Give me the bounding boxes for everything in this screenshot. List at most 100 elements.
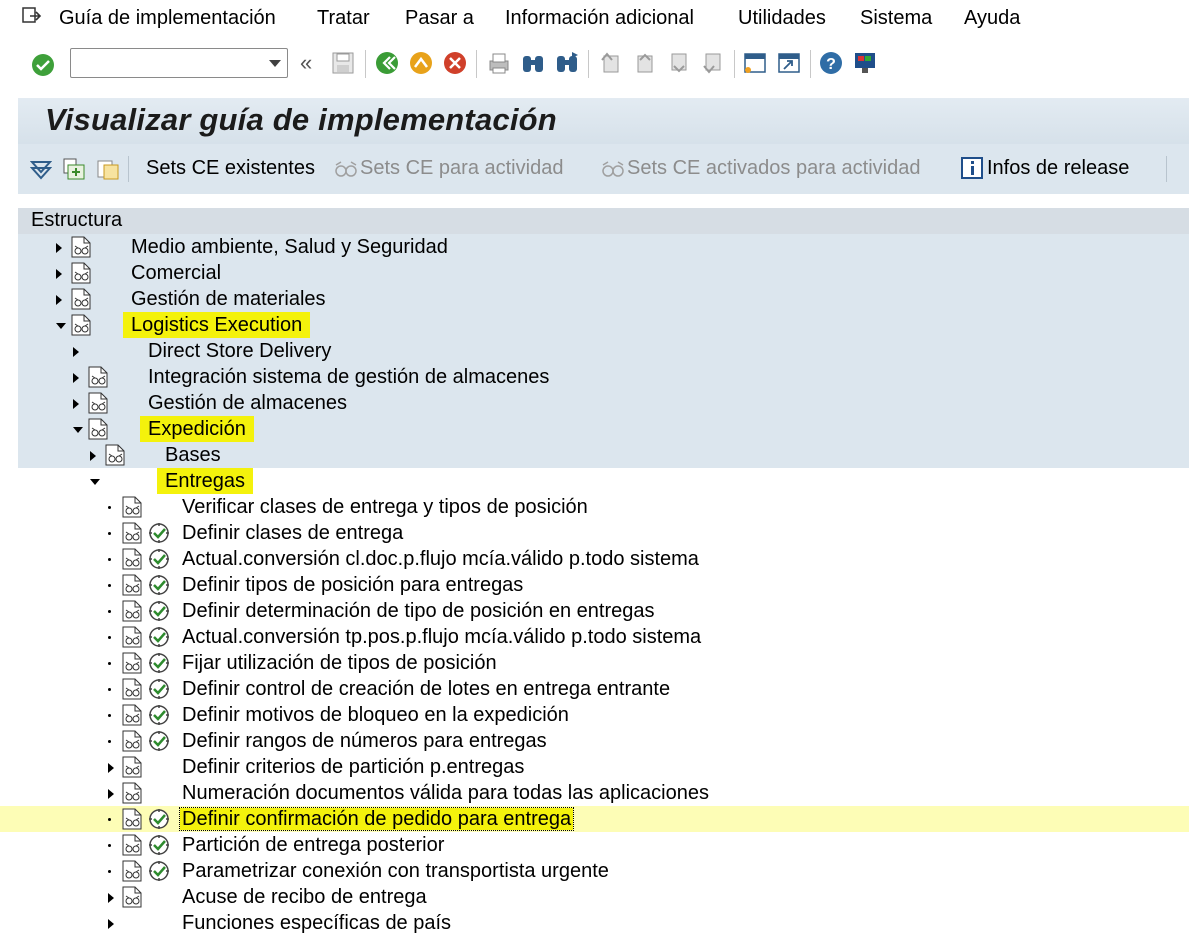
tree-node-label[interactable]: Definir clases de entrega: [182, 520, 403, 546]
menu-utilidades[interactable]: Utilidades: [738, 5, 826, 31]
tree-node[interactable]: Definir tipos de posición para entregas: [18, 572, 1189, 598]
find-icon[interactable]: [520, 50, 546, 76]
save-icon[interactable]: [330, 50, 356, 76]
expand-subtree-icon[interactable]: [30, 158, 52, 180]
next-page-icon[interactable]: [666, 50, 692, 76]
sets-ce-existentes-button[interactable]: Sets CE existentes: [146, 157, 315, 180]
tree-node-label[interactable]: Logistics Execution: [123, 312, 311, 338]
execute-activity-icon[interactable]: [148, 808, 170, 830]
expand-node-icon[interactable]: [62, 157, 86, 181]
documentation-icon[interactable]: [122, 834, 142, 856]
collapse-command-icon[interactable]: «: [300, 50, 312, 76]
tree-node[interactable]: Numeración documentos válida para todas …: [18, 780, 1189, 806]
customize-layout-icon[interactable]: [852, 50, 878, 76]
enter-check-icon[interactable]: [30, 52, 56, 78]
tree-node-label[interactable]: Definir tipos de posición para entregas: [182, 572, 523, 598]
tree-node[interactable]: Logistics Execution: [18, 312, 1189, 338]
first-page-icon[interactable]: [598, 50, 624, 76]
execute-activity-icon[interactable]: [148, 548, 170, 570]
copy-node-icon[interactable]: [96, 157, 120, 181]
command-field[interactable]: [70, 48, 288, 78]
tree-node-label[interactable]: Fijar utilización de tipos de posición: [182, 650, 497, 676]
documentation-icon[interactable]: [122, 548, 142, 570]
tree-node[interactable]: Partición de entrega posterior: [18, 832, 1189, 858]
documentation-icon[interactable]: [122, 600, 142, 622]
tree-node-label[interactable]: Definir determinación de tipo de posició…: [182, 598, 655, 624]
documentation-icon[interactable]: [122, 496, 142, 518]
back-icon[interactable]: [374, 50, 400, 76]
execute-activity-icon[interactable]: [148, 704, 170, 726]
menu-guia[interactable]: Guía de implementación: [59, 5, 276, 31]
documentation-icon[interactable]: [122, 730, 142, 752]
tree-node-label[interactable]: Partición de entrega posterior: [182, 832, 444, 858]
tree-node[interactable]: Integración sistema de gestión de almace…: [18, 364, 1189, 390]
tree-node[interactable]: Expedición: [18, 416, 1189, 442]
execute-activity-icon[interactable]: [148, 652, 170, 674]
tree-node-label[interactable]: Funciones específicas de país: [182, 910, 451, 936]
tree-node-label[interactable]: Parametrizar conexión con transportista …: [182, 858, 609, 884]
tree-node-label[interactable]: Numeración documentos válida para todas …: [182, 780, 709, 806]
tree-node-label[interactable]: Gestión de materiales: [131, 286, 326, 312]
tree-node-label[interactable]: Definir criterios de partición p.entrega…: [182, 754, 524, 780]
menu-ayuda[interactable]: Ayuda: [964, 5, 1020, 31]
tree-node[interactable]: Parametrizar conexión con transportista …: [18, 858, 1189, 884]
execute-activity-icon[interactable]: [148, 860, 170, 882]
documentation-icon[interactable]: [122, 522, 142, 544]
tree-node-label[interactable]: Actual.conversión tp.pos.p.flujo mcía.vá…: [182, 624, 701, 650]
tree-node-label[interactable]: Gestión de almacenes: [148, 390, 347, 416]
find-next-icon[interactable]: [554, 50, 580, 76]
collapse-arrow-icon[interactable]: [73, 427, 83, 433]
documentation-icon[interactable]: [122, 756, 142, 778]
tree-node[interactable]: Direct Store Delivery: [18, 338, 1189, 364]
documentation-icon[interactable]: [122, 704, 142, 726]
menu-sistema[interactable]: Sistema: [860, 5, 932, 31]
expand-arrow-icon[interactable]: [73, 399, 79, 409]
tree-node[interactable]: Comercial: [18, 260, 1189, 286]
expand-arrow-icon[interactable]: [56, 269, 62, 279]
chevron-down-icon[interactable]: [269, 60, 281, 67]
documentation-icon[interactable]: [122, 782, 142, 804]
execute-activity-icon[interactable]: [148, 626, 170, 648]
documentation-icon[interactable]: [122, 626, 142, 648]
documentation-icon[interactable]: [122, 652, 142, 674]
tree-node[interactable]: Acuse de recibo de entrega: [18, 884, 1189, 910]
expand-arrow-icon[interactable]: [56, 295, 62, 305]
documentation-icon[interactable]: [122, 886, 142, 908]
new-session-icon[interactable]: [742, 50, 768, 76]
menu-informacion-adicional[interactable]: Información adicional: [505, 5, 694, 31]
tree-node-label[interactable]: Definir motivos de bloqueo en la expedic…: [182, 702, 569, 728]
documentation-icon[interactable]: [88, 366, 108, 388]
command-input[interactable]: [75, 49, 259, 77]
execute-activity-icon[interactable]: [148, 600, 170, 622]
tree-node[interactable]: Actual.conversión tp.pos.p.flujo mcía.vá…: [18, 624, 1189, 650]
sets-ce-activados-button[interactable]: Sets CE activados para actividad: [627, 157, 921, 180]
tree-node-label[interactable]: Medio ambiente, Salud y Seguridad: [131, 234, 448, 260]
help-icon[interactable]: ?: [818, 50, 844, 76]
expand-arrow-icon[interactable]: [90, 451, 96, 461]
tree-node[interactable]: Definir confirmación de pedido para entr…: [0, 806, 1189, 832]
tree-node-label[interactable]: Definir confirmación de pedido para entr…: [178, 806, 575, 832]
documentation-icon[interactable]: [71, 288, 91, 310]
tree-node[interactable]: Definir rangos de números para entregas: [18, 728, 1189, 754]
documentation-icon[interactable]: [122, 860, 142, 882]
sets-ce-para-actividad-button[interactable]: Sets CE para actividad: [360, 157, 563, 180]
tree-node-label[interactable]: Expedición: [140, 416, 254, 442]
documentation-icon[interactable]: [88, 392, 108, 414]
collapse-arrow-icon[interactable]: [90, 479, 100, 485]
shortcut-icon[interactable]: [776, 50, 802, 76]
previous-page-icon[interactable]: [632, 50, 658, 76]
expand-arrow-icon[interactable]: [56, 243, 62, 253]
last-page-icon[interactable]: [700, 50, 726, 76]
expand-arrow-icon[interactable]: [108, 763, 114, 773]
tree-node[interactable]: Bases: [18, 442, 1189, 468]
tree-node[interactable]: Actual.conversión cl.doc.p.flujo mcía.vá…: [18, 546, 1189, 572]
tree-node-label[interactable]: Verificar clases de entrega y tipos de p…: [182, 494, 588, 520]
tree-node[interactable]: Gestión de almacenes: [18, 390, 1189, 416]
tree-node[interactable]: Verificar clases de entrega y tipos de p…: [18, 494, 1189, 520]
exit-icon[interactable]: [408, 50, 434, 76]
tree-node-label[interactable]: Acuse de recibo de entrega: [182, 884, 427, 910]
documentation-icon[interactable]: [88, 418, 108, 440]
tree-node-label[interactable]: Integración sistema de gestión de almace…: [148, 364, 549, 390]
menu-tratar[interactable]: Tratar: [317, 5, 370, 31]
execute-activity-icon[interactable]: [148, 574, 170, 596]
